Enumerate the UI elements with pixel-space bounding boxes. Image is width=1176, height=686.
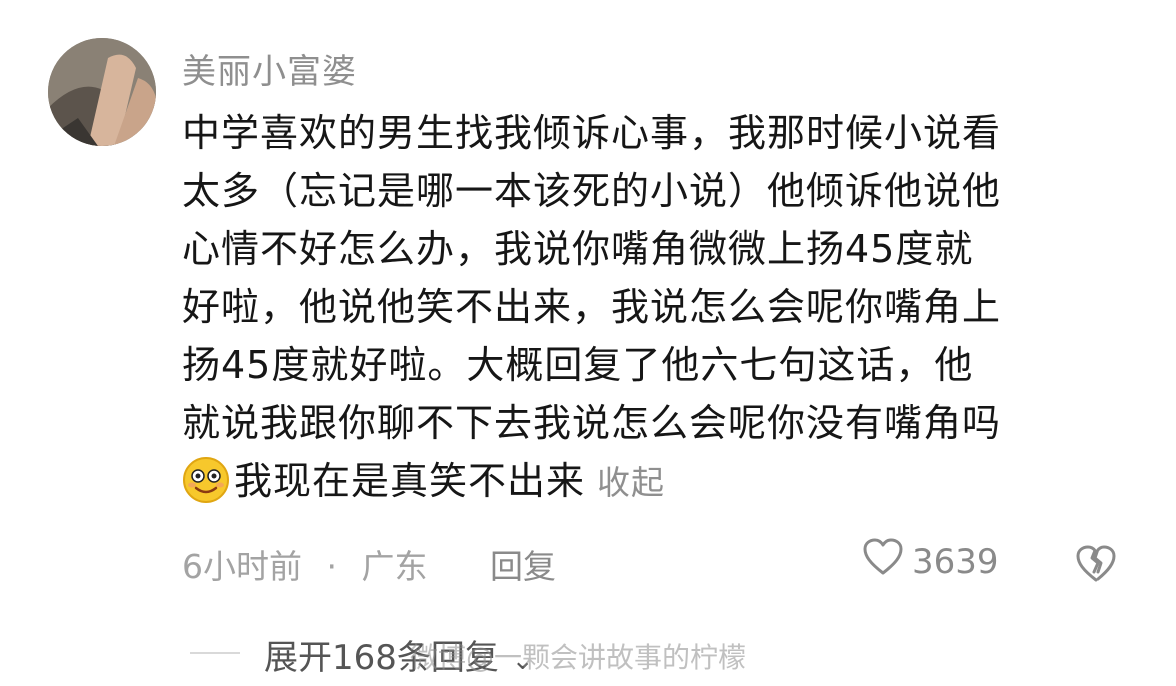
comment-line: 好啦，他说他笑不出来，我说怎么会呢你嘴角上: [182, 285, 1002, 329]
comment-text: 中学喜欢的男生找我倾诉心事，我那时候小说看 太多（忘记是哪一本该死的小说）他倾诉…: [182, 104, 1132, 510]
comment-last-line: 我现在是真笑不出来 收起: [182, 452, 1132, 510]
username[interactable]: 美丽小富婆: [182, 44, 357, 93]
collapse-button[interactable]: 收起: [597, 463, 665, 502]
comment-line: 就说我跟你聊不下去我说怎么会呢你没有嘴角吗: [182, 401, 1002, 445]
heart-outline-icon: [862, 538, 904, 585]
comment-line: 扬45度就好啦。大概回复了他六七句这话，他: [182, 343, 974, 387]
reply-button[interactable]: 回复: [490, 547, 556, 586]
comment-meta: 6小时前 · 广东 回复: [182, 540, 556, 588]
meta-separator: ·: [326, 547, 338, 586]
dislike-button[interactable]: [1074, 544, 1118, 588]
watermark: 微博@一颗会讲故事的柠檬: [410, 641, 747, 674]
smiley-emoji-icon: [182, 456, 230, 504]
comment-line: 中学喜欢的男生找我倾诉心事，我那时候小说看: [182, 111, 1002, 155]
avatar[interactable]: [48, 38, 156, 146]
comment-line: 太多（忘记是哪一本该死的小说）他倾诉他说他: [182, 169, 1002, 213]
timestamp: 6小时前: [182, 547, 302, 586]
divider: [190, 652, 240, 654]
comment-line: 我现在是真笑不出来: [234, 459, 586, 503]
like-button[interactable]: 3639: [862, 538, 999, 585]
like-count: 3639: [912, 541, 999, 582]
location: 广东: [361, 547, 428, 586]
comment-line: 心情不好怎么办，我说你嘴角微微上扬45度就: [182, 227, 974, 271]
broken-heart-icon: [1074, 545, 1118, 588]
